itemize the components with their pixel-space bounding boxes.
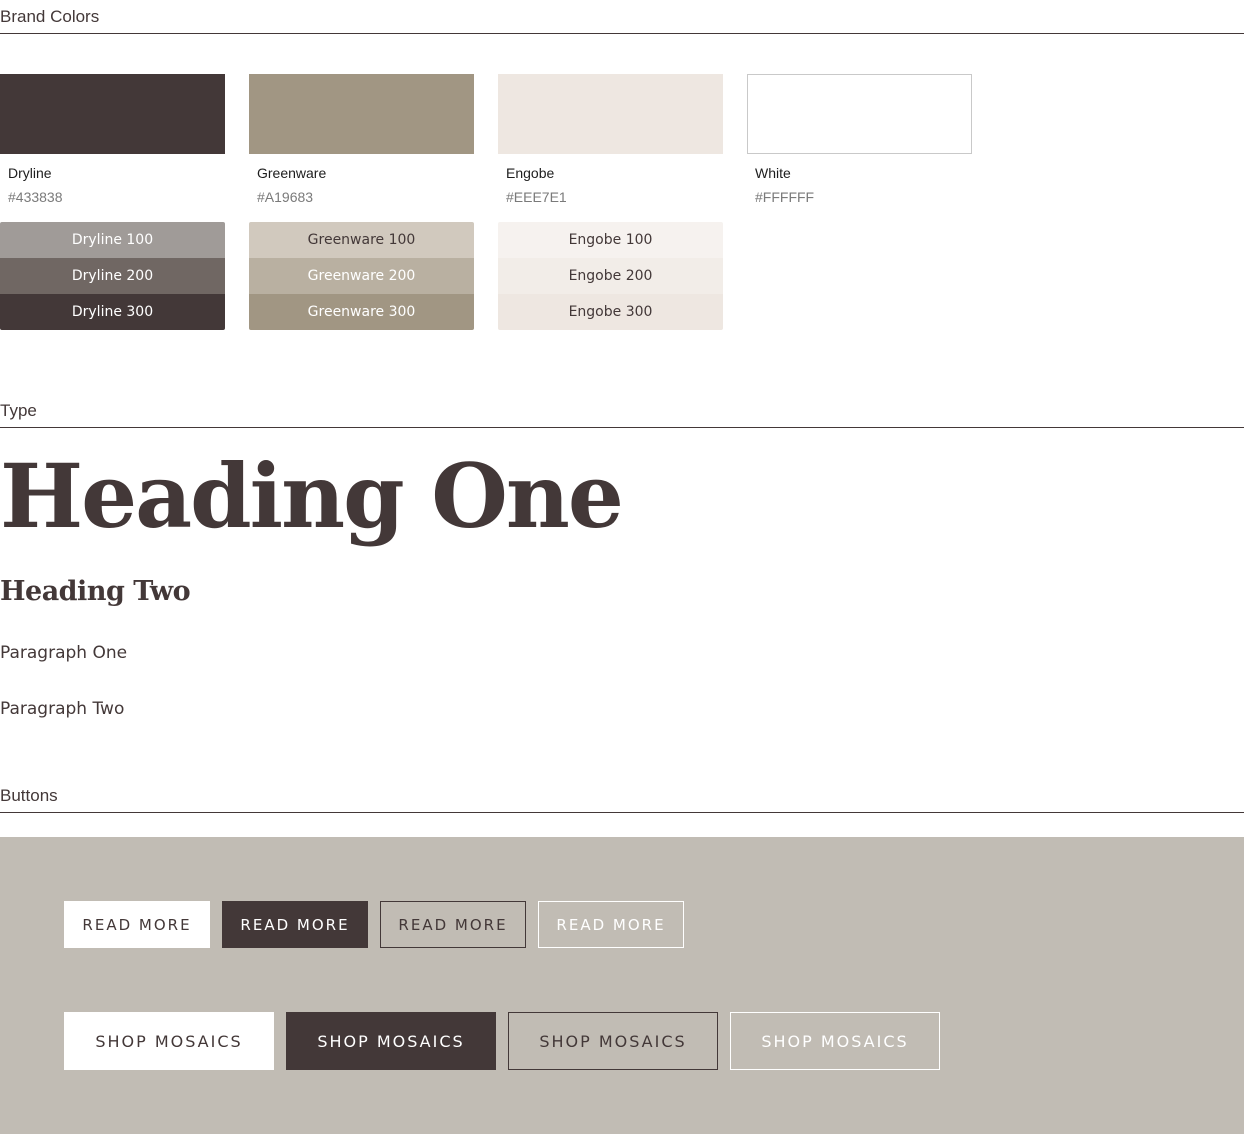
shade-list-dryline: Dryline 100 Dryline 200 Dryline 300 — [0, 222, 225, 330]
read-more-button-dark[interactable]: READ MORE — [222, 901, 368, 948]
shade-dryline-100: Dryline 100 — [0, 222, 225, 258]
color-hex: #A19683 — [257, 189, 314, 205]
shade-dryline-300: Dryline 300 — [0, 294, 225, 330]
section-title-buttons: Buttons — [0, 786, 58, 805]
read-more-button-outline-light[interactable]: READ MORE — [538, 901, 684, 948]
shop-mosaics-button-dark[interactable]: SHOP MOSAICS — [286, 1012, 496, 1070]
shop-mosaics-button-outline-dark[interactable]: SHOP MOSAICS — [508, 1012, 718, 1070]
color-swatch — [249, 74, 474, 154]
shade-engobe-100: Engobe 100 — [498, 222, 723, 258]
color-hex: #EEE7E1 — [506, 189, 567, 205]
color-name: Dryline — [8, 165, 52, 181]
shade-list-greenware: Greenware 100 Greenware 200 Greenware 30… — [249, 222, 474, 330]
shade-greenware-200: Greenware 200 — [249, 258, 474, 294]
section-title-brand-colors: Brand Colors — [0, 7, 100, 26]
section-divider — [0, 33, 1244, 34]
shade-engobe-200: Engobe 200 — [498, 258, 723, 294]
shade-engobe-300: Engobe 300 — [498, 294, 723, 330]
color-card-engobe: Engobe #EEE7E1 — [498, 74, 723, 204]
shop-mosaics-button-outline-light[interactable]: SHOP MOSAICS — [730, 1012, 940, 1070]
section-divider — [0, 812, 1244, 813]
color-swatch — [747, 74, 972, 154]
color-name: White — [755, 165, 791, 181]
read-more-button-outline-dark[interactable]: READ MORE — [380, 901, 526, 948]
section-title-type: Type — [0, 401, 37, 420]
button-showcase-panel: READ MORE READ MORE READ MORE READ MORE … — [0, 837, 1244, 1134]
shade-greenware-100: Greenware 100 — [249, 222, 474, 258]
color-swatch — [0, 74, 225, 154]
color-hex: #FFFFFF — [755, 189, 815, 205]
shade-list-engobe: Engobe 100 Engobe 200 Engobe 300 — [498, 222, 723, 330]
color-card-white: White #FFFFFF — [747, 74, 972, 204]
color-name: Engobe — [506, 165, 555, 181]
shade-dryline-200: Dryline 200 — [0, 258, 225, 294]
shade-greenware-300: Greenware 300 — [249, 294, 474, 330]
heading-one-sample: Heading One — [0, 444, 624, 548]
section-divider — [0, 427, 1244, 428]
read-more-button-light[interactable]: READ MORE — [64, 901, 210, 948]
color-name: Greenware — [257, 165, 327, 181]
shop-mosaics-button-light[interactable]: SHOP MOSAICS — [64, 1012, 274, 1070]
color-card-greenware: Greenware #A19683 — [249, 74, 474, 204]
color-card-dryline: Dryline #433838 — [0, 74, 225, 204]
heading-two-sample: Heading Two — [0, 576, 191, 607]
paragraph-two-sample: Paragraph Two — [0, 699, 125, 719]
color-hex: #433838 — [8, 189, 63, 205]
color-swatch — [498, 74, 723, 154]
paragraph-one-sample: Paragraph One — [0, 643, 128, 663]
